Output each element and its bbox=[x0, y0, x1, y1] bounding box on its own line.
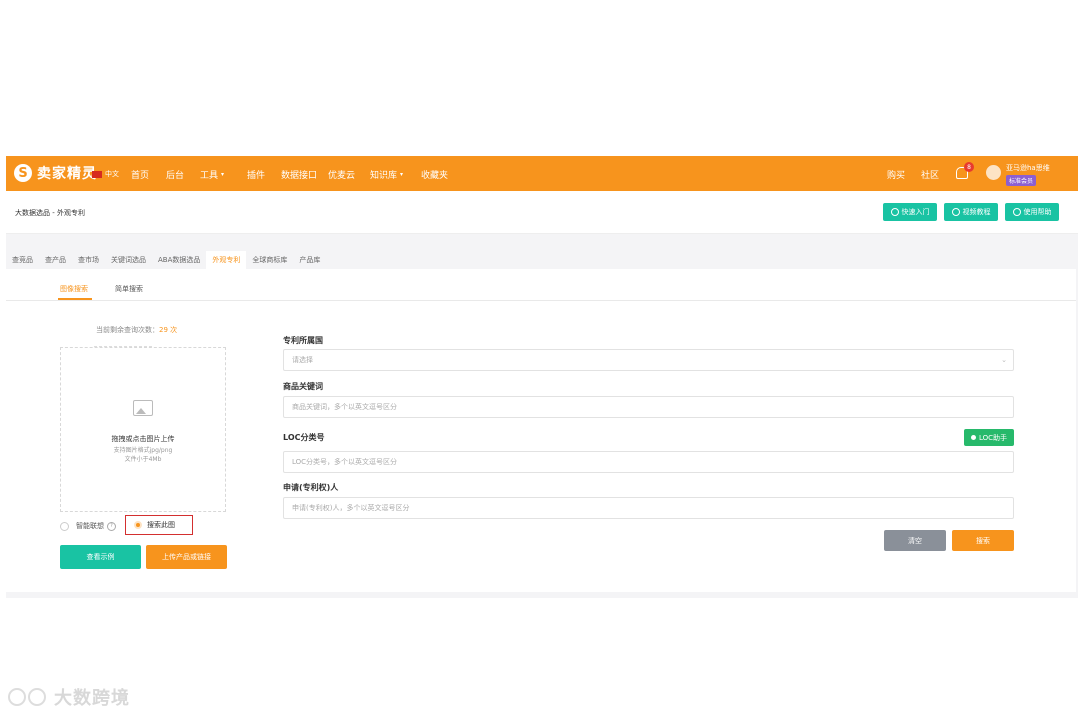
nav-knowledge-label: 知识库 bbox=[370, 171, 398, 181]
tab-aba[interactable]: ABA数据选品 bbox=[152, 251, 206, 269]
nav-data-api[interactable]: 数据接口 bbox=[281, 168, 317, 181]
watermark: 大数跨境 bbox=[8, 684, 130, 710]
region-placeholder: 请选择 bbox=[292, 356, 313, 364]
region-label: 专利所属国 bbox=[283, 336, 323, 345]
nav-tools[interactable]: 工具 ▾ bbox=[200, 168, 224, 181]
watermark-logo-icon bbox=[8, 688, 26, 706]
help-label: 使用帮助 bbox=[1023, 208, 1052, 216]
image-icon bbox=[133, 400, 153, 416]
brand-name: 卖家精灵 bbox=[37, 166, 97, 182]
notification-badge: 8 bbox=[964, 162, 974, 172]
subtab-image-search[interactable]: 图像搜索 bbox=[60, 284, 88, 294]
quota-value: 29 次 bbox=[159, 326, 178, 334]
tab-competitor[interactable]: 查竞品 bbox=[6, 251, 39, 269]
upload-hint: 支持图片格式jpg/png 文件小于4Mb bbox=[61, 446, 225, 464]
play-circle-icon bbox=[951, 208, 960, 216]
brand-logo[interactable]: S 卖家精灵 bbox=[14, 163, 97, 183]
language-label: 中文 bbox=[105, 170, 119, 178]
keyword-input[interactable]: 商品关键词，多个以英文逗号区分 bbox=[283, 396, 1014, 418]
smart-association-label: 智能联想 bbox=[76, 522, 104, 530]
search-this-image-option[interactable]: 搜索此图 bbox=[125, 515, 193, 535]
brand-icon: S bbox=[14, 164, 32, 182]
image-upload-area[interactable]: 拖拽或点击图片上传 支持图片格式jpg/png 文件小于4Mb bbox=[60, 347, 226, 512]
nav-knowledge[interactable]: 知识库 ▾ bbox=[370, 168, 403, 181]
keyword-label: 商品关键词 bbox=[283, 382, 323, 391]
nav-plugin[interactable]: 插件 bbox=[247, 168, 265, 181]
upload-product-link-button[interactable]: 上传产品或链接 bbox=[146, 545, 227, 569]
nav-tools-label: 工具 bbox=[200, 171, 219, 181]
nav-favorites[interactable]: 收藏夹 bbox=[421, 168, 448, 181]
quota-label: 当前剩余查询次数： bbox=[96, 326, 159, 334]
help-circle-icon bbox=[1012, 208, 1021, 216]
tab-product[interactable]: 查产品 bbox=[39, 251, 72, 269]
loc-label: LOC分类号 bbox=[283, 433, 325, 442]
language-switch[interactable]: 中文 bbox=[92, 169, 119, 179]
chevron-down-icon: ⌄ bbox=[1001, 356, 1007, 364]
tool-tabs: 查竞品 查产品 查市场 关键词选品 ABA数据选品 外观专利 全球商标库 产品库 bbox=[6, 251, 326, 269]
chevron-down-icon: ▾ bbox=[221, 171, 225, 178]
top-nav-bar: S 卖家精灵 中文 首页 后台 工具 ▾ 插件 数据接口 优麦云 知识库 ▾ 收藏夹… bbox=[6, 156, 1078, 191]
username[interactable]: 亚马逊ha思维 bbox=[1006, 163, 1050, 173]
tab-trademark[interactable]: 全球商标库 bbox=[246, 251, 293, 269]
chevron-down-icon: ▾ bbox=[400, 171, 404, 178]
nav-buy[interactable]: 购买 bbox=[887, 168, 905, 181]
lightbulb-icon bbox=[970, 435, 976, 440]
tab-product-library[interactable]: 产品库 bbox=[293, 251, 326, 269]
watermark-text: 大数跨境 bbox=[54, 688, 130, 709]
tab-keyword-selection[interactable]: 关键词选品 bbox=[105, 251, 152, 269]
avatar[interactable] bbox=[986, 165, 1001, 180]
china-flag-icon bbox=[92, 170, 102, 178]
plus-circle-icon bbox=[890, 208, 899, 216]
smart-association-option[interactable]: 智能联想 ? bbox=[60, 521, 116, 531]
applicant-label: 申请(专利权)人 bbox=[283, 483, 339, 492]
nav-youmaiyun[interactable]: 优麦云 bbox=[328, 168, 355, 181]
clear-button[interactable]: 清空 bbox=[884, 530, 946, 551]
question-icon[interactable]: ? bbox=[107, 521, 116, 531]
search-button[interactable]: 搜索 bbox=[952, 530, 1014, 551]
loc-input[interactable]: LOC分类号，多个以英文逗号区分 bbox=[283, 451, 1014, 473]
upload-hint-format: 支持图片格式jpg/png bbox=[113, 447, 173, 454]
divider bbox=[6, 300, 1076, 301]
nav-home[interactable]: 首页 bbox=[131, 168, 149, 181]
view-example-button[interactable]: 查看示例 bbox=[60, 545, 141, 569]
quick-start-label: 快速入门 bbox=[901, 208, 930, 216]
quota-text: 当前剩余查询次数：29 次 bbox=[96, 325, 177, 335]
radio-checked[interactable] bbox=[134, 521, 142, 529]
tab-market[interactable]: 查市场 bbox=[72, 251, 105, 269]
video-tutorial-label: 视频教程 bbox=[962, 208, 991, 216]
breadcrumb: 大数据选品 - 外观专利 bbox=[15, 209, 85, 217]
subtab-simple-search[interactable]: 简单搜索 bbox=[115, 284, 143, 294]
region-select[interactable]: 请选择 ⌄ bbox=[283, 349, 1014, 371]
tab-design-patent[interactable]: 外观专利 bbox=[206, 251, 247, 269]
applicant-input[interactable]: 申请(专利权)人，多个以英文逗号区分 bbox=[283, 497, 1014, 519]
upload-title: 拖拽或点击图片上传 bbox=[111, 435, 175, 443]
nav-backend[interactable]: 后台 bbox=[166, 168, 184, 181]
watermark-logo-icon bbox=[28, 688, 46, 706]
breadcrumb-bar: 大数据选品 - 外观专利 快速入门 视频教程 使用帮助 bbox=[6, 191, 1078, 234]
upload-hint-size: 文件小于4Mb bbox=[124, 456, 162, 463]
loc-assistant-label: LOC助手 bbox=[978, 433, 1008, 442]
search-this-image-label: 搜索此图 bbox=[147, 521, 175, 529]
nav-community[interactable]: 社区 bbox=[921, 168, 939, 181]
radio-unchecked[interactable] bbox=[60, 521, 69, 531]
help-button[interactable]: 使用帮助 bbox=[1005, 203, 1059, 221]
quick-start-button[interactable]: 快速入门 bbox=[883, 203, 937, 221]
loc-assistant-button[interactable]: LOC助手 bbox=[964, 429, 1014, 446]
video-tutorial-button[interactable]: 视频教程 bbox=[944, 203, 998, 221]
plan-badge: 标准会员 bbox=[1006, 175, 1037, 186]
